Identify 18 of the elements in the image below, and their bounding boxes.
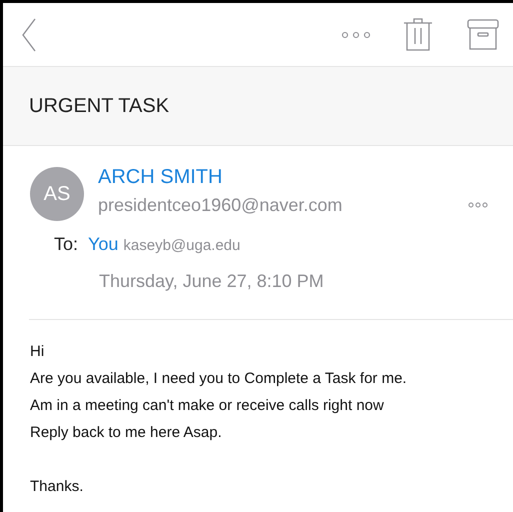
recipient-email: kaseyb@uga.edu — [123, 236, 240, 256]
message-line: Am in a meeting can't make or receive calls right now — [30, 396, 384, 416]
message-line: Thanks. — [30, 477, 84, 497]
trash-icon[interactable] — [403, 18, 433, 52]
back-icon[interactable] — [21, 18, 37, 52]
archive-icon[interactable] — [467, 18, 499, 50]
sender-email: presidentceo1960@naver.com — [98, 194, 344, 217]
subject-title: URGENT TASK — [29, 94, 170, 119]
message-line: Are you available, I need you to Complete a Task for me. — [30, 369, 407, 389]
message-line: Reply back to me here Asap. — [30, 423, 222, 443]
recipient-name[interactable]: You — [88, 231, 118, 258]
sender-name[interactable]: ARCH SMITH — [98, 163, 222, 191]
more-icon[interactable] — [341, 30, 371, 38]
to-label: To: — [54, 233, 78, 256]
date-text: Thursday, June 27, 8:10 PM — [99, 270, 325, 293]
avatar: AS — [30, 167, 84, 221]
message-line: Hi — [30, 342, 44, 362]
more-icon[interactable] — [468, 202, 488, 208]
